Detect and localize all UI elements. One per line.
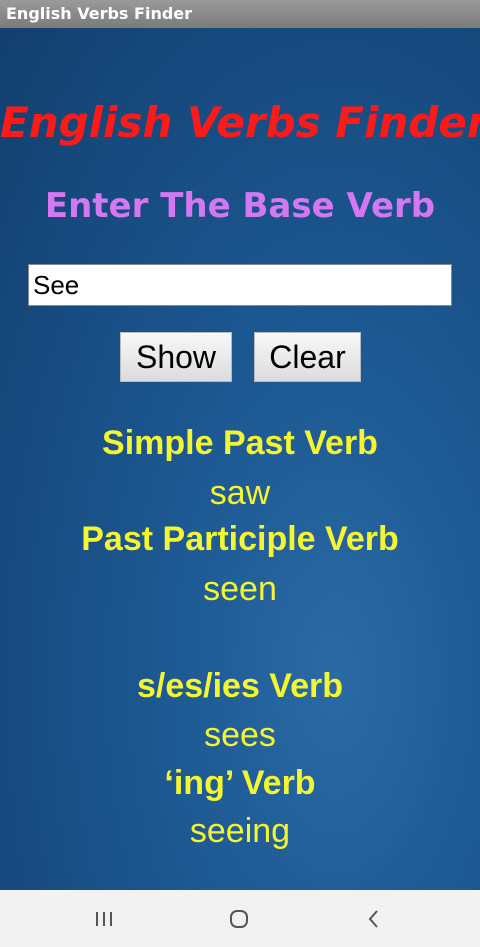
ing-form-label: ‘ing’ Verb [164,764,316,802]
home-icon[interactable] [209,890,269,947]
window-title-bar: English Verbs Finder [0,0,480,28]
simple-past-label: Simple Past Verb [102,424,378,462]
prompt-label: Enter The Base Verb [44,186,436,226]
past-participle-value: seen [203,570,277,608]
simple-past-value: saw [209,474,271,512]
app-title: English Verbs Finder [0,98,480,147]
back-icon[interactable] [344,890,404,947]
past-participle-label: Past Participle Verb [81,520,399,558]
base-verb-input[interactable]: See [28,264,452,306]
clear-button[interactable]: Clear [254,332,361,382]
recents-icon[interactable] [74,890,134,947]
show-button[interactable]: Show [120,332,232,382]
system-nav-bar [0,890,480,947]
window-title: English Verbs Finder [6,4,193,23]
ing-form-value: seeing [189,812,291,850]
s-form-value: sees [204,716,276,754]
s-form-label: s/es/ies Verb [136,667,344,705]
